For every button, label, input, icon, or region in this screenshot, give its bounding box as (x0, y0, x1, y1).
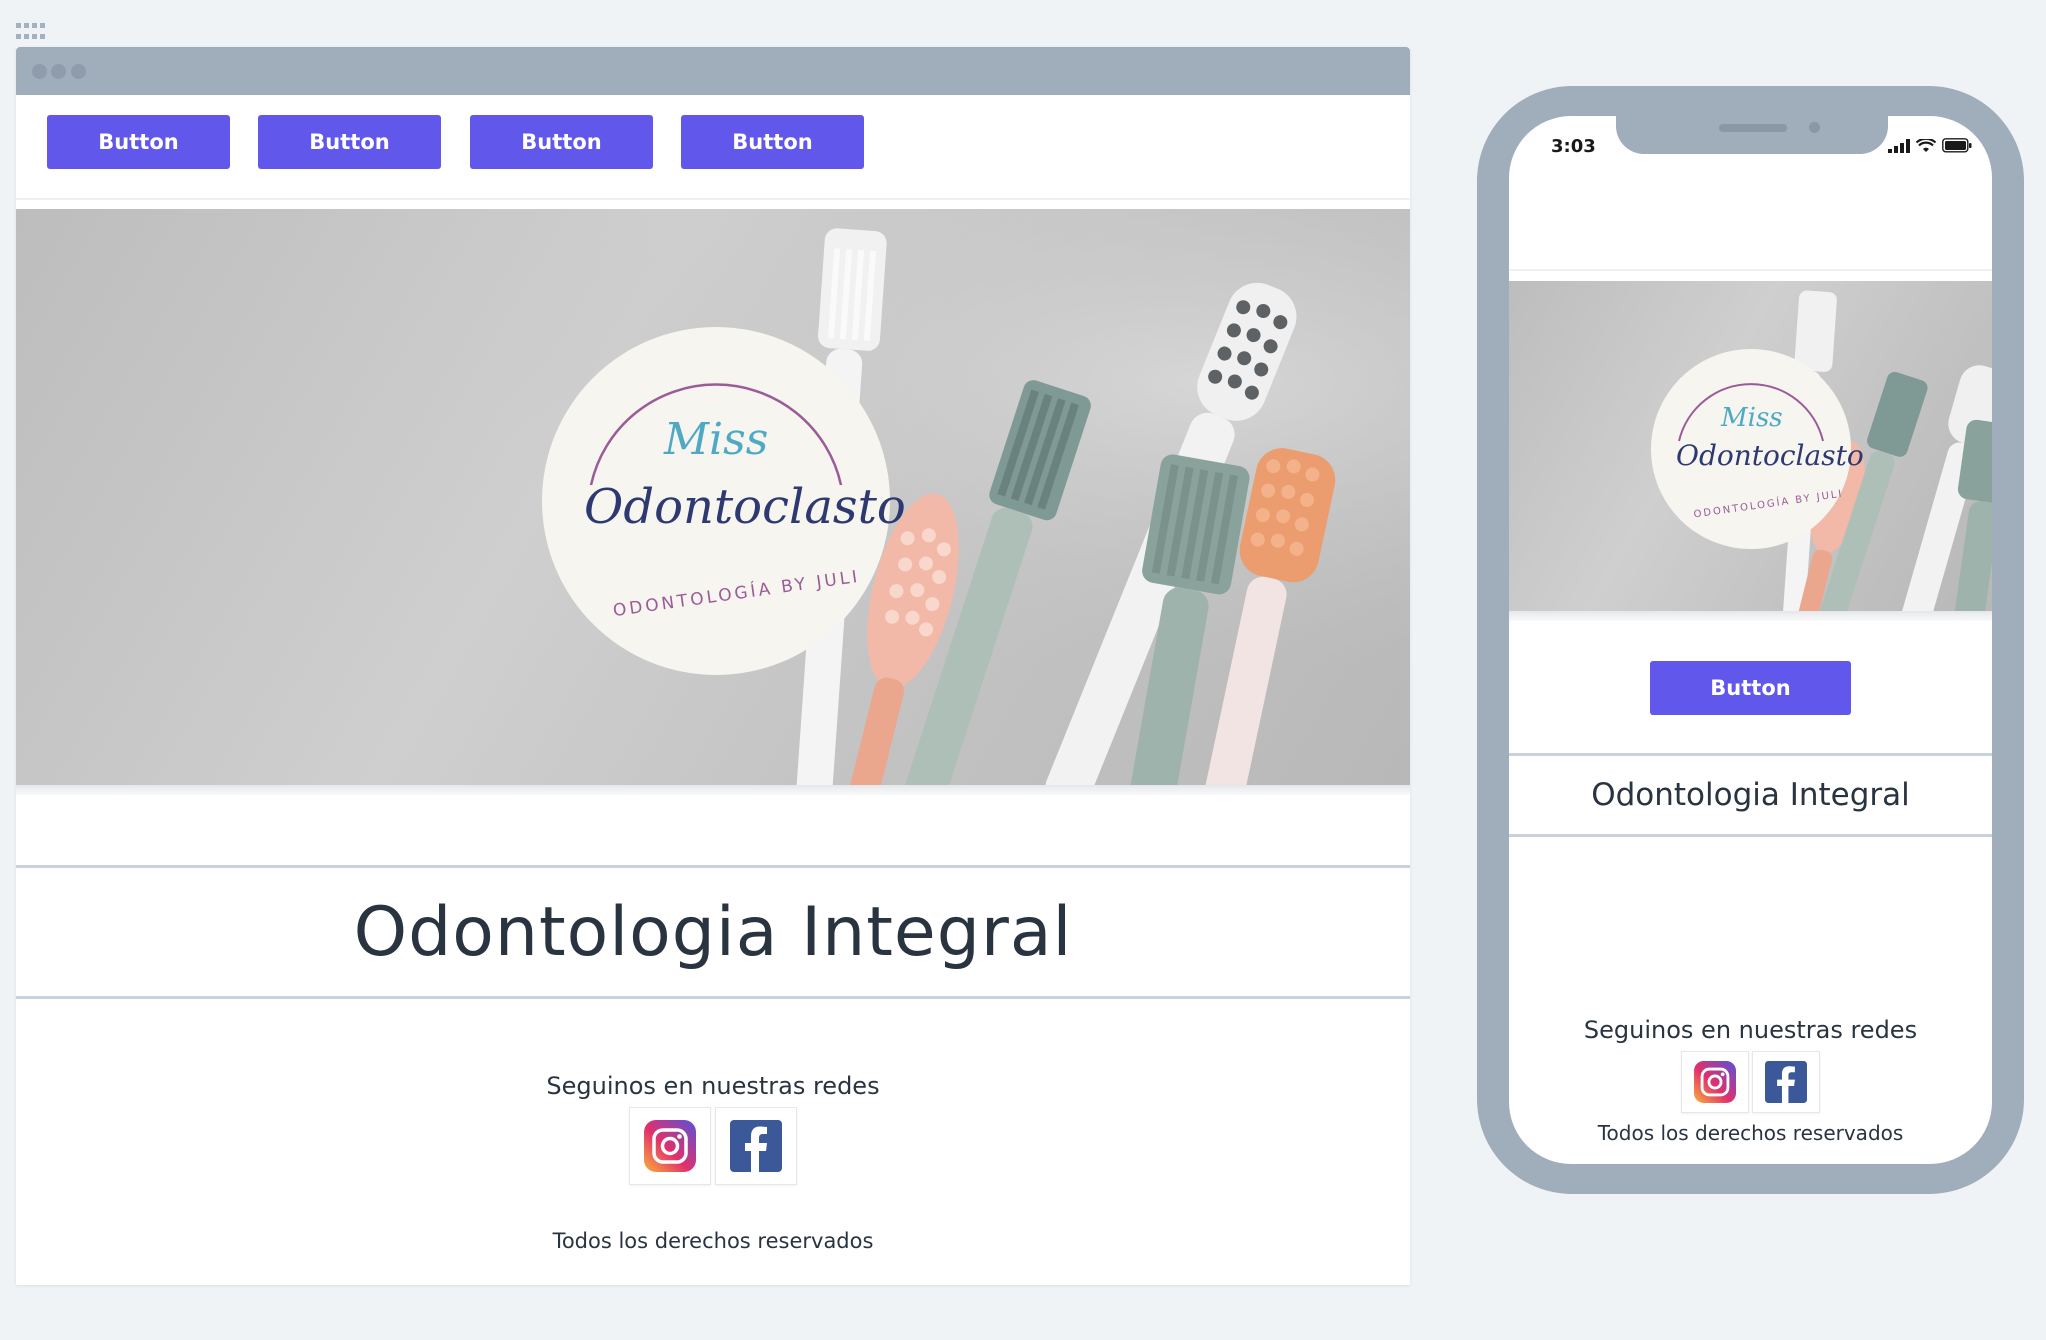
window-dot (51, 64, 66, 79)
battery-icon (1942, 138, 1972, 153)
mobile-rights-text: Todos los derechos reservados (1597, 1121, 1904, 1145)
mobile-follow-text: Seguinos en nuestras redes (1583, 1016, 1918, 1044)
facebook-icon (1765, 1061, 1807, 1103)
instagram-icon (1694, 1061, 1736, 1103)
nav-button-4[interactable]: Button (681, 115, 864, 169)
status-icons (1888, 138, 1972, 153)
mobile-hero-image: Miss Odontoclasto ODONTOLOGÍA BY JULI (1509, 281, 1992, 611)
desktop-preview: Button Button Button Button Miss Odontoc… (16, 47, 1410, 1285)
hero-divider (1509, 611, 1992, 621)
window-dot (32, 64, 47, 79)
mobile-page-title: Odontologia Integral (1509, 753, 1992, 837)
window-dot (71, 64, 86, 79)
nav-bar: Button Button Button Button (16, 95, 1410, 200)
facebook-icon (730, 1120, 782, 1172)
phone-screen: 3:03 Miss Odontoclasto ODONTOLOGÍA BY JU… (1509, 116, 1992, 1164)
nav-button-1[interactable]: Button (47, 115, 230, 169)
mobile-social-links (1509, 1051, 1992, 1113)
rights-text: Todos los derechos reservados (552, 1229, 874, 1253)
nav-button-3[interactable]: Button (470, 115, 653, 169)
logo-text-main: Odontoclasto (584, 479, 906, 535)
drag-handle-icon[interactable] (16, 23, 46, 41)
status-time: 3:03 (1551, 136, 1596, 157)
signal-icon (1888, 138, 1910, 153)
follow-text: Seguinos en nuestras redes (546, 1072, 880, 1100)
logo-text-main: Odontoclasto (1676, 439, 1864, 472)
camera-dot (1809, 122, 1820, 133)
speaker-grille (1719, 124, 1787, 132)
instagram-icon (644, 1120, 696, 1172)
instagram-link[interactable] (1681, 1051, 1749, 1113)
phone-notch (1616, 116, 1888, 154)
logo-text-miss: Miss (1721, 403, 1783, 433)
window-titlebar (16, 47, 1410, 95)
social-links (16, 1107, 1410, 1185)
mobile-preview: 3:03 Miss Odontoclasto ODONTOLOGÍA BY JU… (1477, 86, 2024, 1194)
page-title: Odontologia Integral (353, 892, 1073, 972)
facebook-link[interactable] (715, 1107, 797, 1185)
logo-text-miss: Miss (664, 414, 769, 465)
wifi-icon (1916, 138, 1936, 152)
hero-banner-image: Miss Odontoclasto ODONTOLOGÍA BY JULI (16, 209, 1410, 785)
nav-button-2[interactable]: Button (258, 115, 441, 169)
title-section: Odontologia Integral (16, 865, 1410, 999)
mobile-button[interactable]: Button (1650, 661, 1851, 715)
instagram-link[interactable] (629, 1107, 711, 1185)
hero-divider (16, 785, 1410, 795)
facebook-link[interactable] (1752, 1051, 1820, 1113)
